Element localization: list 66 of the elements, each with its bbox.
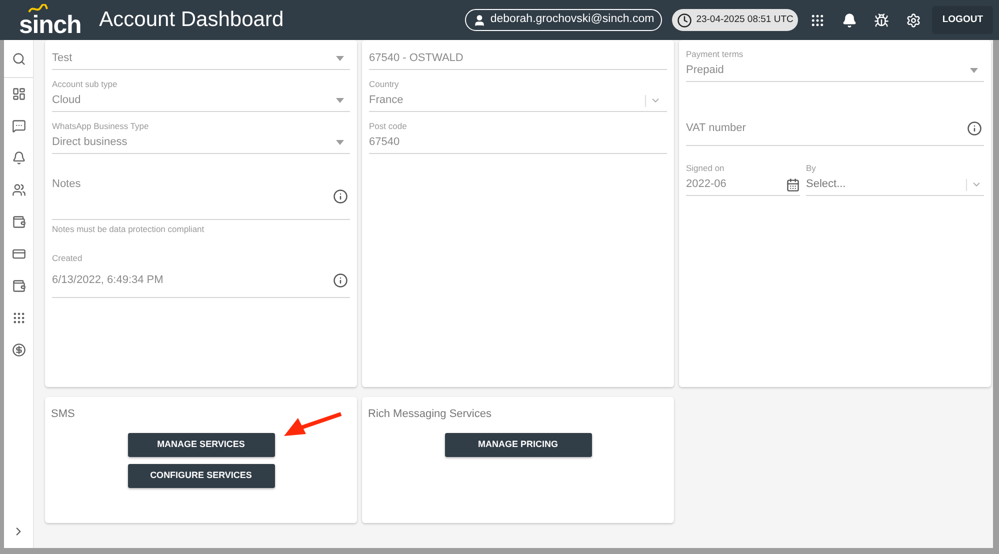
field-value: France bbox=[369, 93, 404, 108]
field-label: Created bbox=[52, 252, 84, 264]
card-title: Rich Messaging Services bbox=[368, 407, 492, 422]
field-label: WhatsApp Business Type bbox=[52, 120, 150, 132]
text-field[interactable]: 67540 - OSTWALD bbox=[369, 48, 667, 70]
field-value: Prepaid bbox=[686, 63, 724, 78]
info-icon[interactable] bbox=[333, 189, 348, 204]
dialpad-icon[interactable] bbox=[12, 311, 26, 325]
bug-icon[interactable] bbox=[874, 12, 890, 28]
user-icon bbox=[473, 14, 486, 26]
text-field[interactable]: 67540 bbox=[369, 132, 667, 154]
action-button[interactable]: MANAGE PRICING bbox=[444, 432, 592, 456]
card-icon[interactable] bbox=[12, 247, 26, 261]
field-value: Test bbox=[52, 51, 72, 66]
dropdown-field[interactable]: Direct business bbox=[52, 132, 350, 154]
info-icon[interactable] bbox=[967, 121, 982, 136]
dropdown-caret-icon bbox=[970, 68, 978, 73]
logo-swirl-icon bbox=[27, 4, 49, 14]
field-value: 67540 - OSTWALD bbox=[369, 51, 464, 66]
wallet-icon[interactable] bbox=[12, 215, 26, 229]
dropdown-field[interactable]: France bbox=[369, 90, 667, 112]
field-value: Direct business bbox=[52, 135, 128, 150]
field-label: Signed on bbox=[686, 162, 726, 174]
dropdown-field[interactable]: Prepaid bbox=[686, 60, 984, 82]
field-label: Payment terms bbox=[686, 48, 744, 60]
datetime-chip: 23-04-2025 08:51 UTC bbox=[672, 9, 798, 31]
dropdown-caret-icon bbox=[336, 140, 344, 145]
wallet-icon[interactable] bbox=[12, 279, 26, 293]
field-value: Cloud bbox=[52, 93, 81, 108]
dropdown-field[interactable]: Cloud bbox=[52, 90, 350, 112]
annotation-arrow bbox=[284, 412, 342, 438]
card-title: SMS bbox=[51, 407, 76, 422]
dollar-icon[interactable] bbox=[12, 343, 26, 357]
search-icon[interactable] bbox=[12, 52, 26, 66]
logo: sinch bbox=[19, 14, 82, 36]
field-label: Account sub type bbox=[52, 78, 118, 90]
field-label: Country bbox=[369, 78, 400, 90]
calendar-icon[interactable] bbox=[786, 178, 800, 192]
chat-icon[interactable] bbox=[12, 119, 26, 133]
field-hint: Notes must be data protection compliant bbox=[52, 223, 206, 236]
info-icon[interactable] bbox=[333, 272, 348, 288]
user-chip[interactable]: deborah.grochovski@sinch.com bbox=[465, 9, 662, 31]
field-value: 67540 bbox=[369, 135, 400, 150]
dropdown-caret-icon bbox=[336, 98, 344, 103]
page-title: Account Dashboard bbox=[99, 7, 284, 34]
clock-icon bbox=[677, 12, 692, 28]
field-label: By bbox=[806, 162, 817, 174]
bell-icon[interactable] bbox=[842, 12, 858, 28]
dropdown-field[interactable]: Test bbox=[52, 48, 350, 70]
text-field[interactable]: VAT number bbox=[686, 112, 984, 146]
people-icon[interactable] bbox=[12, 183, 26, 197]
field-value: 2022-06 bbox=[686, 177, 726, 192]
bell-icon[interactable] bbox=[12, 151, 26, 165]
field-value: 6/13/2022, 6:49:34 PM bbox=[52, 273, 164, 288]
apps-grid-icon[interactable] bbox=[810, 12, 826, 28]
date-field[interactable]: 2022-06 bbox=[686, 174, 800, 196]
settings-icon[interactable] bbox=[906, 12, 922, 28]
notes-field[interactable]: Notes bbox=[52, 176, 350, 220]
action-button[interactable]: MANAGE SERVICES bbox=[128, 432, 274, 456]
dropdown-field[interactable]: Select... bbox=[806, 174, 984, 196]
text-field[interactable]: 6/13/2022, 6:49:34 PM bbox=[52, 264, 350, 298]
action-button[interactable]: CONFIGURE SERVICES bbox=[128, 464, 274, 488]
dashboard-icon[interactable] bbox=[12, 87, 26, 101]
logout-button[interactable]: LOGOUT bbox=[932, 6, 993, 34]
dropdown-caret-icon bbox=[336, 56, 344, 61]
field-label: Post code bbox=[369, 120, 408, 132]
